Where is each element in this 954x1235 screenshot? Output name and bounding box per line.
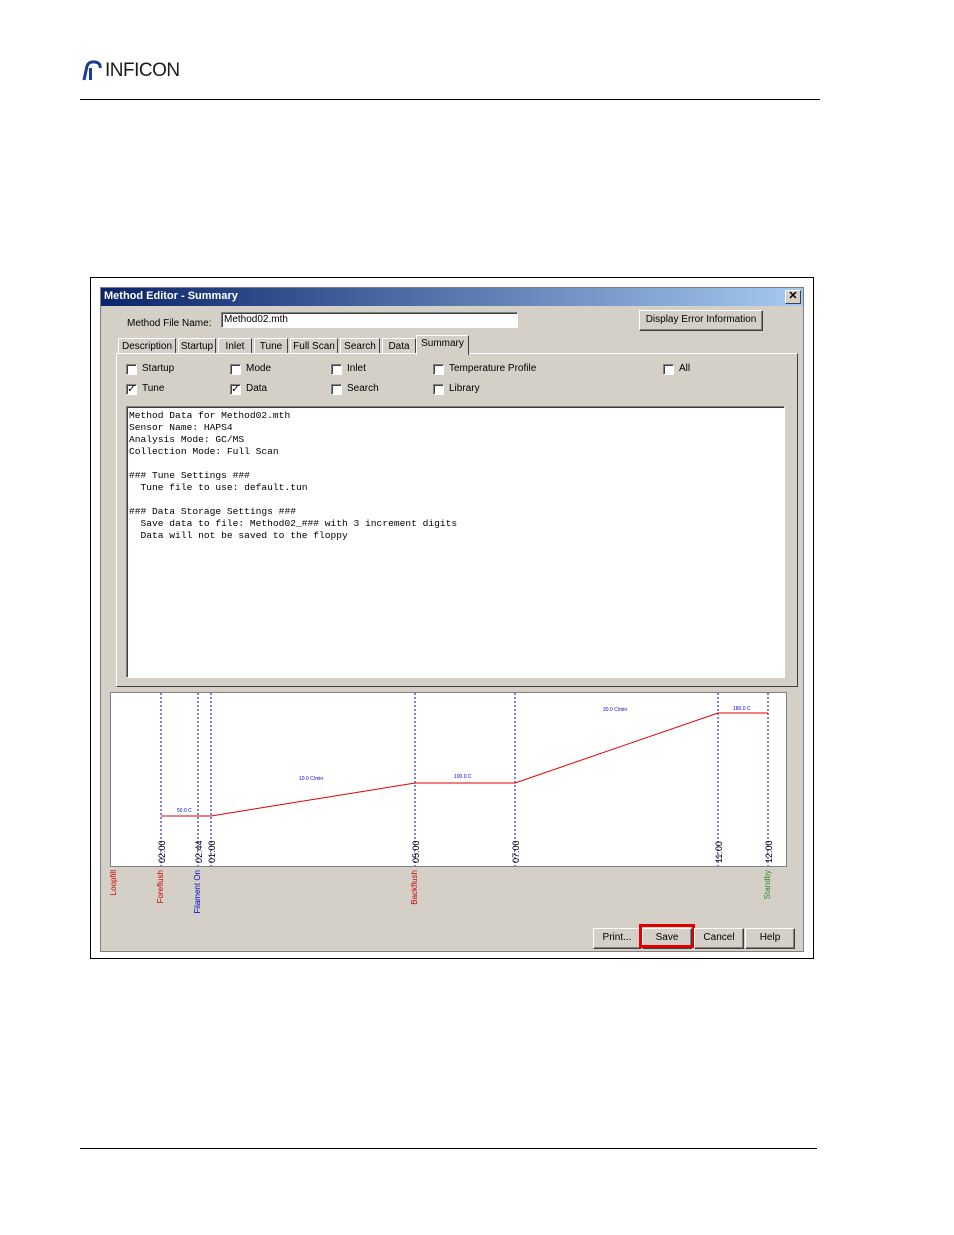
logo-text: INFICON [105, 60, 180, 81]
search-checkbox-label: Search [347, 383, 379, 394]
summary-line: Save data to file: Method02_### with 3 i… [129, 518, 458, 529]
close-icon[interactable]: ✕ [785, 290, 801, 304]
event-time-label: 11:00 [714, 841, 724, 863]
event-time-label: 01:00 [207, 840, 217, 863]
summary-line: ​ [129, 494, 782, 506]
temperature-profile-chart: 02:00 02:44 01:00 05:00 07:00 11:00 12:00 50.0 … [110, 692, 787, 867]
data-checkbox-label: Data [246, 383, 268, 394]
checkmark-icon: ✓ [127, 384, 136, 395]
display-error-button[interactable]: Display Error Information [639, 310, 763, 331]
file-name-label: Method File Name: [127, 318, 212, 329]
temperature-profile-line [161, 712, 768, 817]
event-name-label: Filament On [193, 870, 202, 914]
event-time-label: 07:00 [511, 840, 521, 863]
event-time-label: 05:00 [411, 840, 421, 863]
event-name-label: Standby [763, 870, 772, 899]
event-time-label: 02:00 [157, 840, 167, 863]
temperature-profile-checkbox[interactable] [433, 364, 444, 375]
print-button[interactable]: Print... [593, 928, 641, 949]
mode-checkbox[interactable] [230, 364, 241, 375]
save-highlight-box [639, 924, 695, 948]
tune-checkbox-label: Tune [142, 383, 165, 394]
summary-line: Analysis Mode: GC/MS [129, 434, 245, 445]
tab-inlet[interactable]: Inlet [218, 338, 252, 354]
summary-line: ​ [129, 458, 782, 470]
library-checkbox[interactable] [433, 384, 444, 395]
event-time-label: 02:44 [194, 840, 204, 863]
temperature-annotation: 100.0 C [454, 774, 472, 780]
inficon-logo: INFICON [80, 58, 180, 84]
tab-full-scan[interactable]: Full Scan [290, 338, 338, 354]
summary-line: Tune file to use: default.tun [129, 482, 308, 493]
help-button[interactable]: Help [745, 928, 795, 949]
startup-checkbox-label: Startup [142, 363, 175, 374]
summary-line: Collection Mode: Full Scan [129, 446, 279, 457]
temperature-annotation: 20.0 C/min [603, 707, 627, 713]
tab-description[interactable]: Description [118, 338, 176, 354]
tab-startup[interactable]: Startup [178, 338, 216, 354]
all-checkbox-label: All [679, 363, 691, 374]
data-checkbox[interactable]: ✓ [230, 384, 241, 395]
library-checkbox-label: Library [449, 383, 480, 394]
startup-checkbox[interactable] [126, 364, 137, 375]
chart-svg: 02:00 02:44 01:00 05:00 07:00 11:00 12:00 50.0 … [157, 693, 774, 866]
summary-line: Sensor Name: HAPS4 [129, 422, 233, 433]
summary-line: Data will not be saved to the floppy [129, 530, 348, 541]
footer-rule [80, 1148, 817, 1149]
tune-checkbox[interactable]: ✓ [126, 384, 137, 395]
summary-line: ### Tune Settings ### [129, 470, 250, 481]
cancel-button[interactable]: Cancel [694, 928, 744, 949]
tab-summary[interactable]: Summary [416, 335, 469, 355]
inlet-checkbox[interactable] [331, 364, 342, 375]
summary-line: ### Data Storage Settings ### [129, 506, 296, 517]
all-checkbox[interactable] [663, 364, 674, 375]
inlet-checkbox-label: Inlet [347, 363, 366, 374]
search-checkbox[interactable] [331, 384, 342, 395]
event-name-label: Foreflush [156, 870, 165, 903]
temperature-annotation: 50.0 C [177, 808, 192, 814]
checkmark-icon: ✓ [231, 384, 240, 395]
method-editor-dialog: Method Editor - Summary ✕ Method File Na… [100, 287, 804, 952]
dialog-title: Method Editor - Summary [104, 290, 238, 302]
mode-checkbox-label: Mode [246, 363, 272, 374]
temperature-profile-checkbox-label: Temperature Profile [449, 363, 537, 374]
tab-tune[interactable]: Tune [254, 338, 288, 354]
summary-line: Method Data for Method02.mth [129, 410, 291, 421]
summary-textarea[interactable]: Method Data for Method02.mth Sensor Name… [126, 406, 785, 678]
inficon-logo-mark [82, 60, 102, 81]
file-name-input[interactable]: Method02.mth [221, 312, 518, 328]
tab-data[interactable]: Data [382, 338, 416, 354]
event-name-label: Backflush [410, 870, 419, 905]
event-time-label: 12:00 [764, 840, 774, 863]
loopfill-label: Loopfill [110, 870, 118, 896]
temperature-annotation: 180.0 C [733, 706, 751, 712]
tab-search[interactable]: Search [340, 338, 380, 354]
header-rule [80, 99, 820, 100]
titlebar: Method Editor - Summary ✕ [101, 288, 803, 306]
temperature-annotation: 10.0 C/min [299, 776, 323, 782]
